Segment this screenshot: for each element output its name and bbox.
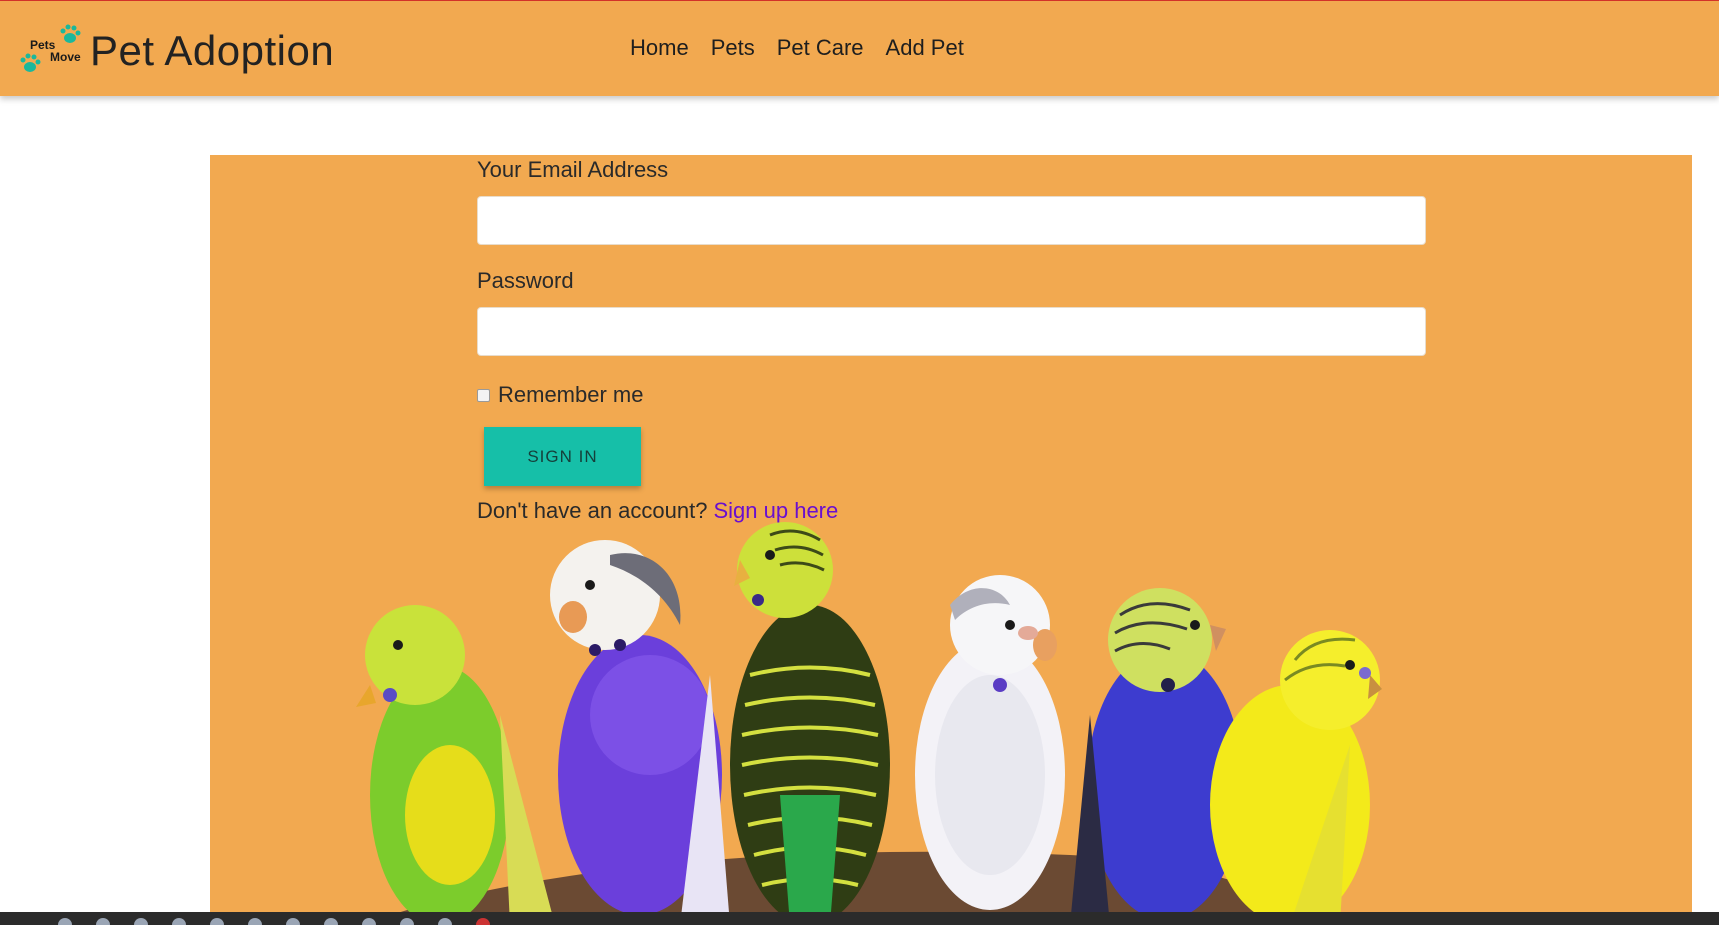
brand-link[interactable]: Pets Move Pet Adoption <box>20 23 334 78</box>
budgie-yellow <box>1210 630 1382 925</box>
navbar: Pets Move Pet Adoption Home Pets Pet Car… <box>0 1 1719 96</box>
nav-pets[interactable]: Pets <box>711 35 755 61</box>
password-field[interactable] <box>477 307 1426 356</box>
email-field[interactable] <box>477 196 1426 245</box>
nav-home[interactable]: Home <box>630 35 689 61</box>
signup-prompt: Don't have an account? Sign up here <box>477 498 838 524</box>
taskbar-app-icon[interactable] <box>248 918 262 925</box>
taskbar-app-icon[interactable] <box>400 918 414 925</box>
logo-text-move: Move <box>50 50 81 64</box>
taskbar-app-icon[interactable] <box>134 918 148 925</box>
nav-pet-care[interactable]: Pet Care <box>777 35 864 61</box>
budgie-purple <box>550 540 730 925</box>
budgie-white <box>915 575 1065 910</box>
budgie-striped <box>730 522 890 925</box>
taskbar-app-icon[interactable] <box>362 918 376 925</box>
sign-up-link[interactable]: Sign up here <box>713 498 838 523</box>
taskbar-app-icon[interactable] <box>286 918 300 925</box>
budgie-green <box>356 605 555 925</box>
pets-move-logo: Pets Move <box>20 23 90 78</box>
taskbar-app-icon[interactable] <box>210 918 224 925</box>
taskbar-app-icon[interactable] <box>476 918 490 925</box>
remember-me-checkbox[interactable] <box>477 388 490 402</box>
signup-prompt-text: Don't have an account? <box>477 498 708 523</box>
password-label: Password <box>477 268 574 293</box>
sign-in-button[interactable]: SIGN IN <box>484 427 641 486</box>
budgies-image <box>356 522 1382 925</box>
main-nav: Home Pets Pet Care Add Pet <box>630 35 964 61</box>
taskbar-app-icon[interactable] <box>58 918 72 925</box>
email-label: Your Email Address <box>477 157 669 182</box>
remember-me-label: Remember me <box>498 382 644 407</box>
login-panel: Your Email Address Password Remember me … <box>210 155 1692 925</box>
taskbar-app-icon[interactable] <box>96 918 110 925</box>
os-taskbar <box>0 912 1719 925</box>
site-title: Pet Adoption <box>90 26 335 74</box>
nav-add-pet[interactable]: Add Pet <box>886 35 964 61</box>
taskbar-app-icon[interactable] <box>438 918 452 925</box>
remember-me-toggle[interactable]: Remember me <box>477 382 643 408</box>
taskbar-app-icon[interactable] <box>324 918 338 925</box>
taskbar-app-icon[interactable] <box>172 918 186 925</box>
